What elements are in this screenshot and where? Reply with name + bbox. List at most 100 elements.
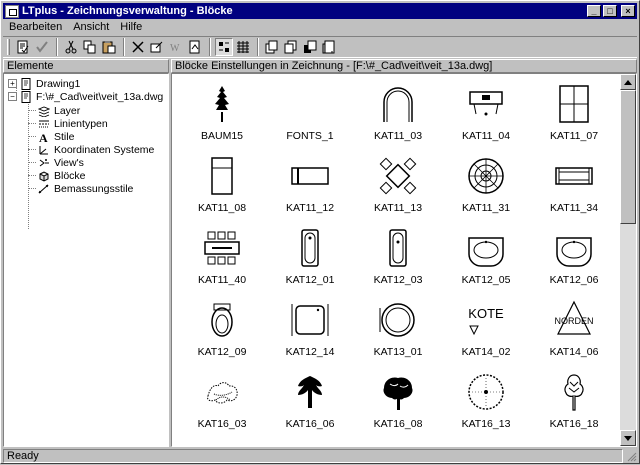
tree-item-drawing1[interactable]: + Drawing1 <box>8 77 80 90</box>
close-button[interactable]: × <box>621 5 635 17</box>
block-item[interactable]: KAT16_13 <box>448 366 524 438</box>
toolbar-separator <box>257 38 259 56</box>
block-item[interactable]: KAT12_05 <box>448 222 524 294</box>
tree-item-linientypen[interactable]: Linientypen <box>38 117 108 130</box>
block-label: KAT12_01 <box>285 274 335 286</box>
block-item[interactable]: KAT12_01 <box>272 222 348 294</box>
cut-icon[interactable] <box>62 38 80 56</box>
toolbar-grip[interactable] <box>7 39 10 55</box>
block-item[interactable]: KOTE KAT14_02 <box>448 294 524 366</box>
linetype-icon <box>38 118 50 130</box>
block-item[interactable]: KAT11_31 <box>448 150 524 222</box>
block-item[interactable]: KAT16_03 <box>184 366 260 438</box>
block-item[interactable]: KAT11_40 <box>184 222 260 294</box>
copy-icon[interactable] <box>81 38 99 56</box>
expand-icon[interactable]: + <box>8 79 17 88</box>
view3-icon[interactable] <box>301 38 319 56</box>
wblock-icon[interactable]: W <box>167 38 185 56</box>
block-label: KAT11_40 <box>197 274 247 286</box>
resize-grip-icon[interactable] <box>625 450 637 462</box>
menu-bearbeiten[interactable]: Bearbeiten <box>3 21 67 33</box>
app-icon <box>5 4 19 18</box>
block-item[interactable]: KAT13_01 <box>360 294 436 366</box>
minimize-button[interactable]: _ <box>587 5 601 17</box>
tree-crown-icon <box>378 372 418 412</box>
scroll-up-button[interactable] <box>620 74 636 90</box>
toolbar: W <box>3 36 637 58</box>
block-item[interactable]: KAT11_04 <box>448 78 524 150</box>
tree-item-bloecke[interactable]: Blöcke <box>38 169 86 182</box>
block-item[interactable]: KAT11_34 <box>536 150 612 222</box>
block-label: KAT14_06 <box>549 346 599 358</box>
blocks-grid[interactable]: BAUM15 FONTS_1 KAT11_03 KAT11_04 KAT11_0… <box>171 73 637 447</box>
small-icons-icon[interactable] <box>215 38 233 56</box>
tree-item-label: Layer <box>54 104 81 117</box>
tree-item-layer[interactable]: Layer <box>38 104 80 117</box>
status-bar: Ready <box>3 448 637 463</box>
kote-icon: KOTE <box>466 300 506 340</box>
tree-item-label: View's <box>54 156 84 169</box>
block-label: FONTS_1 <box>286 130 334 142</box>
menu-hilfe[interactable]: Hilfe <box>114 21 147 33</box>
svg-text:W: W <box>170 43 180 54</box>
delete-icon[interactable] <box>129 38 147 56</box>
block-item[interactable]: KAT16_06 <box>272 366 348 438</box>
wardrobe-icon <box>554 84 594 124</box>
block-item[interactable]: KAT11_13 <box>360 150 436 222</box>
block-item[interactable]: KAT11_03 <box>360 78 436 150</box>
block-item[interactable]: KAT16_08 <box>360 366 436 438</box>
block-label: KAT14_02 <box>461 346 511 358</box>
block-label: KAT11_12 <box>285 202 335 214</box>
block-item[interactable]: KAT12_14 <box>272 294 348 366</box>
maximize-button[interactable]: □ <box>603 5 617 17</box>
block-label: KAT13_01 <box>373 346 423 358</box>
element-tree[interactable]: + Drawing1 − F:\#_Cad\veit\veit_13a.dwg … <box>3 73 169 447</box>
block-label: KAT12_05 <box>461 274 511 286</box>
block-item[interactable]: KAT11_07 <box>536 78 612 150</box>
block-label: KAT16_06 <box>285 418 335 430</box>
tree-item-koordinaten[interactable]: Koordinaten Systeme <box>38 143 154 156</box>
tree-item-stile[interactable]: A Stile <box>38 130 74 143</box>
edit-block-icon[interactable] <box>148 38 166 56</box>
properties-icon[interactable] <box>14 38 32 56</box>
title-bar[interactable]: LTplus - Zeichnungsverwaltung - Blöcke _… <box>3 3 637 19</box>
block-item[interactable]: KAT11_12 <box>272 150 348 222</box>
view2-icon[interactable] <box>282 38 300 56</box>
import-icon[interactable] <box>186 38 204 56</box>
status-text: Ready <box>3 448 623 463</box>
block-item[interactable]: FONTS_1 <box>272 78 348 150</box>
tree-item-veit-dwg[interactable]: − F:\#_Cad\veit\veit_13a.dwg <box>8 90 163 103</box>
block-label: KAT11_31 <box>461 202 511 214</box>
menu-ansicht[interactable]: Ansicht <box>67 21 114 33</box>
check-icon[interactable] <box>33 38 51 56</box>
block-item[interactable]: KAT12_09 <box>184 294 260 366</box>
block-item[interactable]: BAUM15 <box>184 78 260 150</box>
scroll-thumb[interactable] <box>620 90 636 224</box>
sink-icon <box>554 228 594 268</box>
block-label: KAT11_04 <box>461 130 511 142</box>
block-item[interactable]: KAT12_03 <box>360 222 436 294</box>
tree-item-bemassungsstile[interactable]: Bemassungsstile <box>38 182 133 195</box>
vertical-scrollbar[interactable] <box>620 74 636 446</box>
tree-item-label: Bemassungsstile <box>54 182 134 195</box>
collapse-icon[interactable]: − <box>8 92 17 101</box>
tree-item-views[interactable]: View's <box>38 156 84 169</box>
view1-icon[interactable] <box>263 38 281 56</box>
block-icon <box>38 170 50 182</box>
bench-icon <box>554 156 594 196</box>
toolbar-separator <box>123 38 125 56</box>
block-item[interactable]: NORDEN KAT14_06 <box>536 294 612 366</box>
tree-item-label: Drawing1 <box>36 77 81 90</box>
tree-item-label: Koordinaten Systeme <box>54 143 155 156</box>
block-item[interactable]: KAT16_18 <box>536 366 612 438</box>
block-item[interactable]: KAT12_06 <box>536 222 612 294</box>
tree-icon <box>554 372 594 412</box>
large-icons-icon[interactable] <box>234 38 252 56</box>
bush-icon <box>202 372 242 412</box>
table-chairs-icon <box>378 156 418 196</box>
scroll-down-button[interactable] <box>620 430 636 446</box>
block-item[interactable]: KAT11_08 <box>184 150 260 222</box>
paste-icon[interactable] <box>100 38 118 56</box>
view4-icon[interactable] <box>320 38 338 56</box>
block-label: KAT16_03 <box>197 418 247 430</box>
